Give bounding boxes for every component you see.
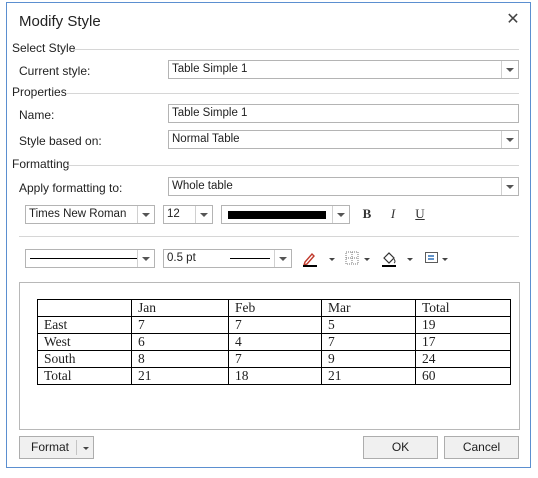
table-cell: 24: [415, 350, 511, 368]
preview-table: Jan Feb Mar Total East 7 7 5 19 West 6 4…: [37, 299, 511, 385]
chevron-down-icon[interactable]: [332, 206, 349, 223]
style-based-on-label: Style based on:: [19, 134, 102, 148]
name-input[interactable]: Table Simple 1: [168, 104, 519, 123]
table-cell: 8: [131, 350, 229, 368]
bold-button[interactable]: B: [358, 205, 376, 223]
table-cell: 9: [321, 350, 416, 368]
table-cell: 7: [131, 316, 229, 334]
apply-formatting-dropdown[interactable]: Whole table: [168, 177, 519, 196]
current-style-dropdown[interactable]: Table Simple 1: [168, 60, 519, 79]
table-cell: 18: [228, 367, 322, 385]
modify-style-dialog: Modify Style ✕ Select Style Current styl…: [6, 2, 531, 468]
underline-button[interactable]: U: [411, 205, 429, 223]
font-color-swatch: [228, 211, 326, 219]
table-cell: South: [37, 350, 132, 368]
table-cell: 6: [131, 333, 229, 351]
table-row: East 7 7 5 19: [37, 316, 511, 334]
current-style-label: Current style:: [19, 64, 91, 78]
apply-formatting-label: Apply formatting to:: [19, 181, 123, 195]
name-label: Name:: [19, 108, 55, 122]
chevron-down-icon[interactable]: [137, 206, 154, 223]
table-cell: Total: [37, 367, 132, 385]
borders-icon[interactable]: [344, 250, 360, 266]
dialog-title: Modify Style: [19, 13, 101, 30]
border-line-sample: [30, 258, 138, 259]
chevron-down-icon[interactable]: [442, 258, 448, 261]
table-cell: 21: [321, 367, 416, 385]
border-width-value: 0.5 pt: [167, 252, 196, 264]
chevron-down-icon[interactable]: [274, 250, 291, 267]
format-button-label: Format: [31, 440, 70, 454]
table-cell: 21: [131, 367, 229, 385]
ok-button[interactable]: OK: [363, 436, 438, 459]
section-select-style: Select Style: [12, 41, 76, 55]
chevron-down-icon[interactable]: [137, 250, 154, 267]
current-style-value: Table Simple 1: [172, 63, 248, 75]
table-cell: 5: [321, 316, 416, 334]
table-cell: [37, 299, 132, 317]
table-cell: Feb: [228, 299, 322, 317]
format-button[interactable]: Format: [19, 436, 94, 459]
table-row: Jan Feb Mar Total: [37, 299, 511, 317]
table-cell: 4: [228, 333, 322, 351]
table-cell: 7: [228, 316, 322, 334]
section-properties: Properties: [12, 85, 67, 99]
chevron-down-icon[interactable]: [501, 131, 518, 148]
shading-icon[interactable]: [380, 250, 398, 268]
apply-formatting-value: Whole table: [172, 180, 233, 192]
separator: [67, 165, 519, 166]
table-cell: East: [37, 316, 132, 334]
border-width-sample: [230, 258, 270, 259]
font-name-value: Times New Roman: [29, 208, 127, 220]
table-cell: Mar: [321, 299, 416, 317]
table-cell: 7: [321, 333, 416, 351]
font-name-dropdown[interactable]: Times New Roman: [25, 205, 155, 224]
style-preview: Jan Feb Mar Total East 7 7 5 19 West 6 4…: [19, 282, 520, 430]
table-cell: 60: [415, 367, 511, 385]
font-size-dropdown[interactable]: 12: [163, 205, 213, 224]
close-icon[interactable]: ✕: [501, 8, 525, 32]
section-formatting: Formatting: [12, 157, 70, 171]
separator: [73, 49, 519, 50]
chevron-down-icon[interactable]: [83, 447, 89, 450]
border-width-dropdown[interactable]: 0.5 pt: [163, 249, 292, 268]
table-cell: West: [37, 333, 132, 351]
chevron-down-icon[interactable]: [329, 258, 335, 261]
style-based-on-dropdown[interactable]: Normal Table: [168, 130, 519, 149]
alignment-icon[interactable]: [424, 250, 440, 266]
name-value: Table Simple 1: [172, 107, 248, 119]
table-row: Total 21 18 21 60: [37, 367, 511, 385]
format-split-divider: [76, 440, 77, 455]
border-style-dropdown[interactable]: [25, 249, 155, 268]
cancel-button[interactable]: Cancel: [444, 436, 519, 459]
table-row: South 8 7 9 24: [37, 350, 511, 368]
table-cell: Jan: [131, 299, 229, 317]
font-size-value: 12: [167, 208, 180, 220]
chevron-down-icon[interactable]: [501, 178, 518, 195]
chevron-down-icon[interactable]: [364, 258, 370, 261]
chevron-down-icon[interactable]: [195, 206, 212, 223]
table-cell: 17: [415, 333, 511, 351]
table-cell: 7: [228, 350, 322, 368]
table-cell: Total: [415, 299, 511, 317]
table-row: West 6 4 7 17: [37, 333, 511, 351]
style-based-on-value: Normal Table: [172, 133, 240, 145]
chevron-down-icon[interactable]: [501, 61, 518, 78]
chevron-down-icon[interactable]: [407, 258, 413, 261]
separator: [19, 236, 519, 237]
font-color-dropdown[interactable]: [221, 205, 350, 224]
table-cell: 19: [415, 316, 511, 334]
separator: [67, 93, 519, 94]
pen-color-icon[interactable]: [301, 250, 319, 268]
italic-button[interactable]: I: [384, 205, 402, 223]
